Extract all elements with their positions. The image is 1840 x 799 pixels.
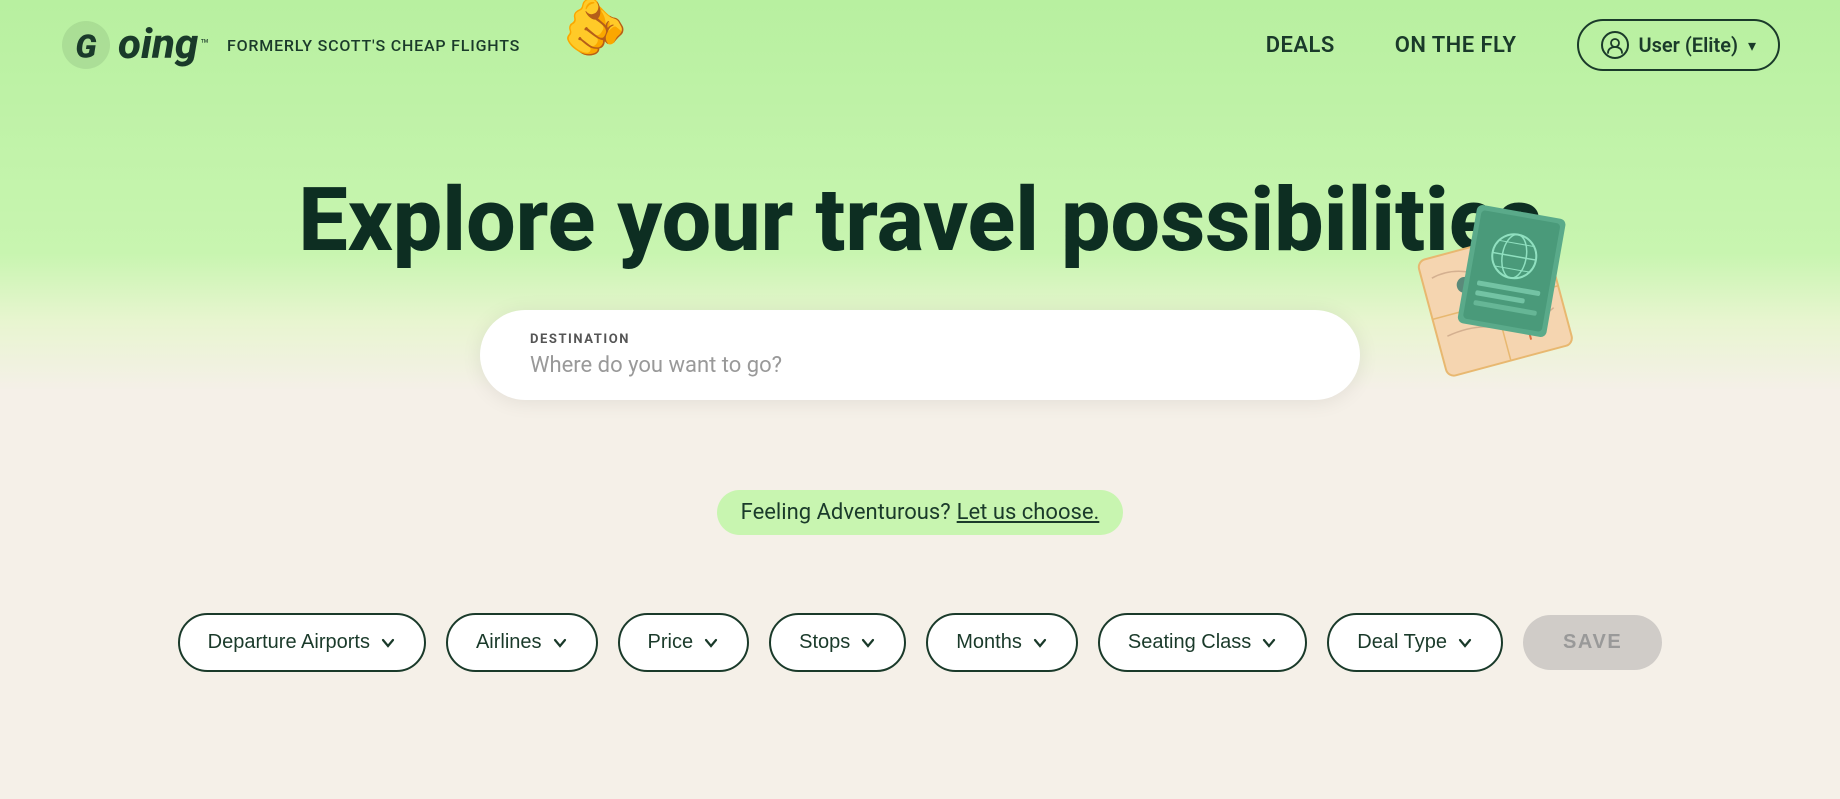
- svg-text:G: G: [75, 28, 96, 66]
- nav-on-the-fly[interactable]: ON THE FLY: [1395, 33, 1517, 58]
- travel-illustration: [1410, 200, 1600, 404]
- page-wrapper: G oing ™ FORMERLY SCOTT'S CHEAP FLIGHTS …: [0, 0, 1840, 799]
- destination-search[interactable]: DESTINATION Where do you want to go?: [480, 310, 1360, 400]
- user-icon: [1601, 31, 1629, 59]
- user-label: User (Elite): [1639, 33, 1738, 57]
- chevron-down-icon: [1261, 635, 1277, 651]
- departure-airports-filter[interactable]: Departure Airports: [178, 613, 426, 672]
- airlines-label: Airlines: [476, 631, 542, 654]
- filter-bar: Departure Airports Airlines Price Stops: [178, 613, 1663, 672]
- months-label: Months: [956, 631, 1022, 654]
- chevron-down-icon: [703, 635, 719, 651]
- chevron-down-icon: [552, 635, 568, 651]
- header-nav: DEALS ON THE FLY User (Elite) ▾: [1266, 19, 1780, 71]
- seating-class-filter[interactable]: Seating Class: [1098, 613, 1307, 672]
- seating-class-label: Seating Class: [1128, 631, 1251, 654]
- search-label: DESTINATION: [530, 332, 1310, 347]
- adventurous-text: Feeling Adventurous?: [741, 500, 951, 525]
- formerly-text: FORMERLY SCOTT'S CHEAP FLIGHTS: [227, 36, 520, 55]
- deal-type-filter[interactable]: Deal Type: [1327, 613, 1503, 672]
- logo-tm: ™: [200, 38, 209, 52]
- chevron-down-icon: ▾: [1748, 36, 1756, 55]
- chevron-down-icon: [1032, 635, 1048, 651]
- adventurous-pill: Feeling Adventurous? Let us choose.: [717, 490, 1124, 535]
- bottom-section: Feeling Adventurous? Let us choose. Depa…: [0, 460, 1840, 799]
- price-filter[interactable]: Price: [618, 613, 750, 672]
- user-menu[interactable]: User (Elite) ▾: [1577, 19, 1781, 71]
- stops-filter[interactable]: Stops: [769, 613, 906, 672]
- header: G oing ™ FORMERLY SCOTT'S CHEAP FLIGHTS …: [0, 0, 1840, 90]
- chevron-down-icon: [380, 635, 396, 651]
- stops-label: Stops: [799, 631, 850, 654]
- nav-deals[interactable]: DEALS: [1266, 33, 1335, 58]
- logo-wordmark: oing: [118, 24, 198, 66]
- save-button[interactable]: SAVE: [1523, 615, 1662, 670]
- hand-pointer-decoration: 🫵: [555, 0, 634, 64]
- chevron-down-icon: [860, 635, 876, 651]
- hero-title: Explore your travel possibilities: [298, 173, 1541, 270]
- months-filter[interactable]: Months: [926, 613, 1078, 672]
- price-label: Price: [648, 631, 694, 654]
- deal-type-label: Deal Type: [1357, 631, 1447, 654]
- logo[interactable]: G oing ™: [60, 19, 209, 71]
- chevron-down-icon: [1457, 635, 1473, 651]
- let-us-choose-link[interactable]: Let us choose.: [957, 500, 1100, 525]
- header-left: G oing ™ FORMERLY SCOTT'S CHEAP FLIGHTS: [60, 19, 520, 71]
- departure-airports-label: Departure Airports: [208, 631, 370, 654]
- airlines-filter[interactable]: Airlines: [446, 613, 598, 672]
- adventurous-row: Feeling Adventurous? Let us choose.: [717, 490, 1124, 575]
- search-placeholder-text: Where do you want to go?: [530, 353, 1310, 378]
